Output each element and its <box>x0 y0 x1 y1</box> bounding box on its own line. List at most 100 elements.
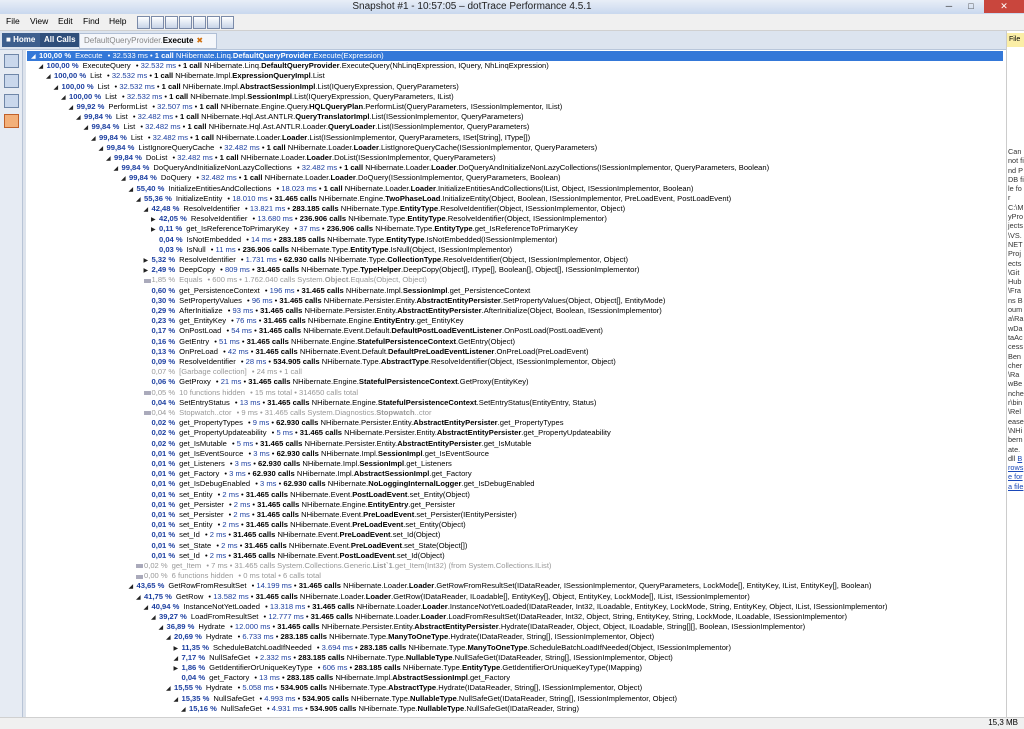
call-tree-row[interactable]: 0,01 % get_Listeners • 3 ms • 62.930 call… <box>27 459 1005 469</box>
close-tab-icon[interactable]: ✖ <box>196 36 203 45</box>
call-tree-row[interactable]: 0,01 % set_Id • 2 ms • 31.465 calls NHibe… <box>27 530 1005 540</box>
expanded-icon[interactable]: ◢ <box>106 154 114 163</box>
call-tree-row[interactable]: ◢ 100,00 % Execute • 32.533 ms • 1 call NH… <box>27 51 1003 61</box>
call-tree-row[interactable]: 0,07 % [Garbage collection] • 24 ms • 1 c… <box>27 367 1005 377</box>
menu-help[interactable]: Help <box>109 16 126 26</box>
call-tree-row[interactable]: 0,13 % OnPreLoad • 42 ms • 31.465 calls N… <box>27 347 1005 357</box>
call-tree-row[interactable]: ◢ 42,48 % ResolveIdentifier • 13.821 ms • … <box>27 204 1005 214</box>
call-tree-row[interactable]: 0,09 % ResolveIdentifier • 28 ms • 534.90… <box>27 357 1005 367</box>
expanded-icon[interactable]: ◢ <box>129 582 137 591</box>
expanded-icon[interactable]: ◢ <box>91 134 99 143</box>
call-tree-row[interactable]: 0,01 % set_Persister • 2 ms • 31.465 call… <box>27 510 1005 520</box>
call-tree-row[interactable]: ◢ 100,00 % List • 32.532 ms • 1 call NHibe… <box>27 92 1005 102</box>
call-tree-row[interactable]: ◢ 100,00 % List • 32.532 ms • 1 call NHibe… <box>27 71 1005 81</box>
menu-file[interactable]: File <box>6 16 20 26</box>
expanded-icon[interactable]: ◢ <box>174 654 182 663</box>
menu-view[interactable]: View <box>30 16 48 26</box>
call-tree-row[interactable]: ◢ 15,16 % NullSafeGet • 4.931 ms • 534.905… <box>27 704 1005 714</box>
threads-icon[interactable] <box>4 94 19 108</box>
call-tree-row[interactable]: ▶ 42,05 % ResolveIdentifier • 13.680 ms • … <box>27 214 1005 224</box>
call-tree[interactable]: ◢ 100,00 % Execute • 32.533 ms • 1 call NH… <box>27 50 1005 717</box>
call-tree-row[interactable]: 0,02 % get_PropertyTypes • 9 ms • 62.930 … <box>27 418 1005 428</box>
save-icon[interactable] <box>151 16 164 29</box>
tab-current-call[interactable]: DefaultQueryProvider.Execute ✖ <box>79 33 217 49</box>
call-tree-icon[interactable] <box>4 54 19 68</box>
tab-all-calls[interactable]: All Calls <box>40 33 83 47</box>
tab-home[interactable]: ■ Home <box>2 33 44 47</box>
call-tree-row[interactable]: 0,05 % 10 functions hidden • 15 ms total … <box>27 388 1005 398</box>
call-tree-row[interactable]: ◢ 100,00 % List • 32.532 ms • 1 call NHibe… <box>27 82 1005 92</box>
call-tree-row[interactable]: 0,02 % get_Item • 7 ms • 31.465 calls Sys… <box>27 561 1005 571</box>
call-tree-row[interactable]: ◢ 99,84 % List • 32.482 ms • 1 call NHiber… <box>27 133 1005 143</box>
call-tree-row[interactable]: ▶ 2,49 % DeepCopy • 809 ms • 31.465 calls … <box>27 265 1005 275</box>
call-tree-row[interactable]: ◢ 36,89 % Hydrate • 12.000 ms • 31.465 cal… <box>27 622 1005 632</box>
menu-find[interactable]: Find <box>83 16 100 26</box>
call-tree-row[interactable]: 0,04 % get_Factory • 13 ms • 283.185 call… <box>27 673 1005 683</box>
expanded-icon[interactable]: ◢ <box>84 123 92 132</box>
call-tree-row[interactable]: ◢ 55,40 % InitializeEntitiesAndCollections… <box>27 184 1005 194</box>
call-tree-row[interactable]: ◢ 99,84 % List • 32.482 ms • 1 call NHiber… <box>27 122 1005 132</box>
call-tree-row[interactable]: ◢ 15,35 % NullSafeGet • 4.993 ms • 534.905… <box>27 694 1005 704</box>
expanded-icon[interactable]: ◢ <box>166 684 174 693</box>
expanded-icon[interactable]: ◢ <box>136 593 144 602</box>
hot-spots-icon[interactable] <box>4 74 19 88</box>
settings-icon[interactable] <box>221 16 234 29</box>
expanded-icon[interactable]: ◢ <box>144 603 152 612</box>
call-tree-row[interactable]: ◢ 99,84 % DoList • 32.482 ms • 1 call NHib… <box>27 153 1005 163</box>
open-icon[interactable] <box>137 16 150 29</box>
expanded-icon[interactable]: ◢ <box>76 113 84 122</box>
expanded-icon[interactable]: ◢ <box>181 705 189 714</box>
compare-icon[interactable] <box>179 16 192 29</box>
expanded-icon[interactable]: ◢ <box>39 62 47 71</box>
call-tree-row[interactable]: ◢ 55,36 % InitializeEntity • 18.010 ms • 3… <box>27 194 1005 204</box>
call-tree-row[interactable]: ◢ 40,94 % InstanceNotYetLoaded • 13.318 ms… <box>27 602 1005 612</box>
expanded-icon[interactable]: ◢ <box>61 93 69 102</box>
expanded-icon[interactable]: ◢ <box>31 52 39 61</box>
expanded-icon[interactable]: ◢ <box>151 613 159 622</box>
expanded-icon[interactable]: ◢ <box>121 174 129 183</box>
expanded-icon[interactable]: ◢ <box>69 103 77 112</box>
call-tree-row[interactable]: 0,01 % get_Factory • 3 ms • 62.930 calls … <box>27 469 1005 479</box>
expanded-icon[interactable]: ◢ <box>54 83 62 92</box>
expanded-icon[interactable]: ◢ <box>174 695 182 704</box>
call-tree-row[interactable]: ▶ 5,32 % ResolveIdentifier • 1.731 ms • 62… <box>27 255 1005 265</box>
call-tree-row[interactable]: 0,01 % get_Persister • 2 ms • 31.465 call… <box>27 500 1005 510</box>
call-tree-row[interactable]: 0,04 % Stopwatch..ctor • 9 ms • 31.465 ca… <box>27 408 1005 418</box>
splitter[interactable] <box>23 50 26 717</box>
call-tree-row[interactable]: 0,04 % SetEntryStatus • 13 ms • 31.465 ca… <box>27 398 1005 408</box>
snapshot-icon[interactable] <box>165 16 178 29</box>
expand-icon[interactable]: ▶ <box>151 215 159 224</box>
expand-icon[interactable]: ▶ <box>174 664 182 673</box>
menu-edit[interactable]: Edit <box>58 16 73 26</box>
call-tree-row[interactable]: 0,02 % get_IsMutable • 5 ms • 31.465 call… <box>27 439 1005 449</box>
call-tree-row[interactable]: 0,06 % GetProxy • 21 ms • 31.465 calls NH… <box>27 377 1005 387</box>
call-tree-row[interactable]: 1,85 % Equals • 600 ms • 1.762.040 calls … <box>27 275 1005 285</box>
expanded-icon[interactable]: ◢ <box>166 633 174 642</box>
maximize-button[interactable]: □ <box>960 0 982 13</box>
close-button[interactable]: ✕ <box>984 0 1024 13</box>
call-tree-row[interactable]: ▶ 11,35 % ScheduleBatchLoadIfNeeded • 3.69… <box>27 643 1005 653</box>
call-tree-row[interactable]: ◢ 43,65 % GetRowFromResultSet • 14.199 ms … <box>27 581 1005 591</box>
call-tree-row[interactable]: 0,01 % set_State • 2 ms • 31.465 calls NH… <box>27 541 1005 551</box>
call-tree-row[interactable]: 0,01 % get_IsDebugEnabled • 3 ms • 62.930… <box>27 479 1005 489</box>
call-tree-row[interactable]: ▶ 0,11 % get_IsReferenceToPrimaryKey • 37 … <box>27 224 1005 234</box>
call-tree-row[interactable]: 0,23 % get_EntityKey • 76 ms • 31.465 cal… <box>27 316 1005 326</box>
call-tree-row[interactable]: 0,03 % IsNull • 11 ms • 236.906 calls NHi… <box>27 245 1005 255</box>
flame-icon[interactable] <box>4 114 19 128</box>
expanded-icon[interactable]: ◢ <box>114 164 122 173</box>
call-tree-row[interactable]: ◢ 99,92 % PerformList • 32.507 ms • 1 call… <box>27 102 1005 112</box>
filter-icon[interactable] <box>207 16 220 29</box>
expanded-icon[interactable]: ◢ <box>159 623 167 632</box>
expanded-icon[interactable]: ◢ <box>46 72 54 81</box>
minimize-button[interactable]: ─ <box>938 0 960 13</box>
expanded-icon[interactable]: ◢ <box>99 144 107 153</box>
call-tree-row[interactable]: ◢ 39,27 % LoadFromResultSet • 12.777 ms • … <box>27 612 1005 622</box>
call-tree-row[interactable]: 0,60 % get_PersistenceContext • 196 ms • … <box>27 286 1005 296</box>
call-tree-row[interactable]: 0,29 % AfterInitialize • 93 ms • 31.465 c… <box>27 306 1005 316</box>
call-tree-row[interactable]: 0,01 % set_Entity • 2 ms • 31.465 calls N… <box>27 520 1005 530</box>
call-tree-row[interactable]: ◢ 100,00 % ExecuteQuery • 32.532 ms • 1 ca… <box>27 61 1005 71</box>
call-tree-row[interactable]: ◢ 20,69 % Hydrate • 6.733 ms • 283.185 cal… <box>27 632 1005 642</box>
expanded-icon[interactable]: ◢ <box>136 195 144 204</box>
expand-icon[interactable]: ▶ <box>151 225 159 234</box>
expanded-icon[interactable]: ◢ <box>144 205 152 214</box>
